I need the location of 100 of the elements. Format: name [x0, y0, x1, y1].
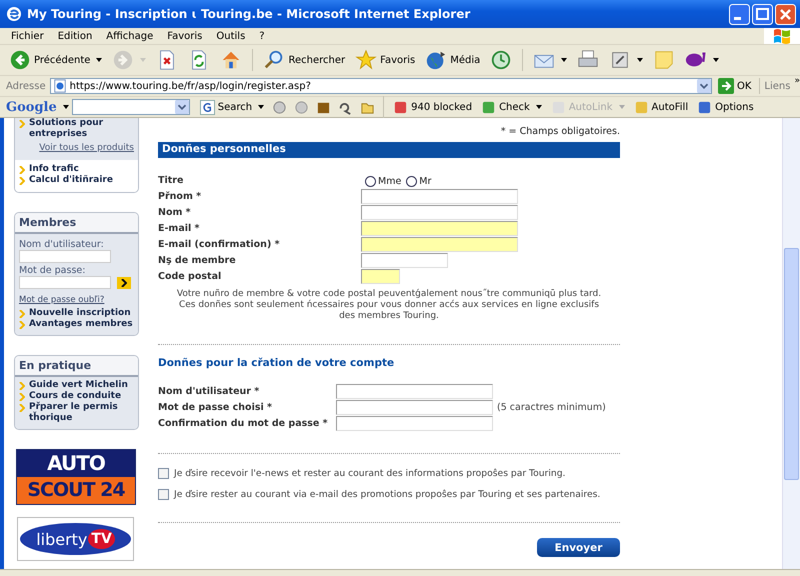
globe-icon — [425, 49, 448, 71]
dropdown-arrow-icon — [536, 105, 542, 109]
products-link[interactable]: Voir tous les produits — [39, 143, 134, 153]
address-field[interactable]: https://www.touring.be/fr/asp/login/register.asp? — [50, 78, 712, 94]
required-note: * = Champs obligatoires. — [500, 126, 620, 137]
dropdown-arrow-icon — [637, 58, 644, 62]
toolbar-button[interactable]: Check — [478, 100, 545, 114]
toolbar-button[interactable]: Favoris — [352, 49, 418, 71]
username-field[interactable] — [19, 250, 111, 263]
input-field[interactable] — [361, 236, 518, 252]
menu-item[interactable]: ? — [252, 30, 272, 42]
more-chevron[interactable]: » — [794, 76, 800, 86]
login-button[interactable] — [117, 276, 131, 288]
banner-badge: TV — [88, 529, 115, 549]
tool-icon — [697, 100, 712, 114]
field-label: Confirmation du mot de passe * — [158, 418, 329, 428]
search-field[interactable] — [72, 99, 190, 115]
tool-icon — [481, 100, 496, 114]
sidebar-link[interactable]: Info trafic — [29, 164, 79, 175]
radio-label: Mr — [419, 176, 432, 187]
menu-item[interactable]: Outils — [209, 30, 252, 42]
sidebar-link[interactable]: Přparer le permis tȟorique — [29, 402, 134, 424]
banner-text: AUTO — [17, 450, 135, 477]
password-field[interactable] — [19, 276, 111, 289]
dropdown-arrow-icon — [258, 105, 264, 109]
panel-title: Membres — [15, 213, 138, 234]
toolbar-button[interactable]: 940 blocked — [390, 100, 476, 114]
dropdown-arrow-icon — [713, 58, 720, 62]
field-label: E-mail * — [158, 222, 201, 234]
input-field[interactable] — [361, 268, 400, 284]
checkbox[interactable] — [158, 468, 169, 479]
windows-flag-icon — [764, 28, 800, 44]
info-paragraph: Votre nuñro de membre & votre code postal peuventǵalement nous˝tre communiqū plus tard. Ces donñes sont seulement ńcessaires pour vous donner acćs aux services en ligne exclusifs des membres Touring. — [176, 289, 602, 322]
field-label: E-mail (confirmation) * — [158, 238, 281, 250]
submit-button[interactable]: Envoyer — [537, 538, 620, 557]
google-logo[interactable]: Google — [6, 100, 57, 114]
field-label: Code postal — [158, 270, 222, 282]
maximize-icon[interactable] — [752, 4, 773, 24]
go-button[interactable]: OK — [716, 78, 760, 94]
dropdown-arrow-icon — [140, 58, 146, 62]
chevron-icon — [19, 120, 25, 128]
autoscout-banner[interactable]: AUTO SCOUT 24 — [16, 449, 136, 505]
toolbar-button[interactable]: Précédente — [6, 49, 106, 71]
field-label: Nom d'utilisateur * — [158, 386, 260, 396]
sidebar-link[interactable]: Calcul d'itiñraire — [29, 175, 113, 186]
field-label: Nom * — [158, 206, 192, 218]
field-label: Nş de membre — [158, 254, 237, 266]
note-icon — [653, 49, 676, 71]
input-field[interactable] — [361, 188, 518, 204]
field-label: Nom d'utilisateur: — [19, 239, 105, 250]
menu-item[interactable]: Edition — [50, 30, 100, 42]
banner-text: SCOUT 24 — [17, 477, 135, 504]
history-icon — [490, 49, 512, 71]
checkbox-label: Je ďsire recevoir l'e-news et rester au courant des informations propoŝes par Touring. — [174, 468, 566, 479]
sidebar-link[interactable]: Cours de conduite — [29, 391, 122, 402]
radio-button[interactable] — [365, 176, 376, 187]
field-label: Titre — [158, 174, 184, 186]
section-title: Donñes pour la cřation de votre compte — [158, 357, 396, 369]
input-field[interactable] — [336, 384, 493, 398]
input-field[interactable] — [361, 220, 518, 236]
dropdown-arrow-icon — [561, 58, 568, 62]
address-label: Adresse — [6, 80, 46, 92]
toolbar-button[interactable]: Média — [422, 49, 484, 71]
dropdown-arrow-icon — [618, 105, 625, 109]
page-icon — [52, 79, 67, 93]
close-icon[interactable] — [775, 4, 796, 24]
chevron-icon — [121, 278, 127, 286]
menu-item[interactable]: Favoris — [160, 30, 210, 42]
field-label: Mot de passe: — [19, 265, 86, 276]
toolbar-button[interactable]: Rechercher — [260, 49, 348, 71]
scroll-thumb[interactable] — [784, 248, 799, 480]
g-icon — [200, 100, 215, 114]
checkbox[interactable] — [158, 489, 169, 500]
sidebar-link[interactable]: Nouvelle inscription — [29, 308, 131, 319]
menu-item[interactable]: Fichier — [4, 30, 51, 42]
star-icon — [355, 49, 378, 71]
panel-title: En pratique — [15, 356, 138, 377]
minimize-icon[interactable] — [729, 4, 750, 24]
checkbox-label: Je ďsire rester au courant via e-mail des promotions propoŝes par Touring et ses partenaires. — [174, 489, 600, 500]
radio-button[interactable] — [406, 176, 418, 187]
links-label[interactable]: Liens — [764, 80, 790, 92]
menu-item[interactable]: Affichage — [99, 30, 160, 42]
input-field[interactable] — [336, 416, 493, 430]
field-hint: (5 caractres minimum) — [497, 402, 606, 412]
scrollbar[interactable] — [782, 118, 800, 569]
window-title: My Touring - Inscription ɩ Touring.be - Microsoft Internet Explorer — [27, 7, 472, 21]
sidebar-link[interactable]: Avantages membres — [29, 319, 133, 330]
tool-icon — [634, 100, 649, 114]
liberty-tv-banner[interactable]: liberty TV — [17, 517, 134, 561]
dropdown-arrow-icon[interactable] — [62, 105, 69, 109]
input-field[interactable] — [336, 400, 493, 414]
search-button[interactable]: Search — [196, 100, 268, 114]
sidebar-link[interactable]: Guide vert Michelin — [29, 380, 128, 391]
dropdown-arrow-icon — [96, 58, 102, 62]
sidebar-link[interactable]: Solutions pour entreprises — [29, 118, 134, 140]
input-field[interactable] — [361, 252, 448, 268]
forgot-password-link[interactable]: Mot de passe oubľi? — [19, 295, 104, 305]
toolbar-button[interactable]: AutoFill — [630, 100, 692, 114]
toolbar-button[interactable]: Options — [694, 100, 757, 114]
input-field[interactable] — [361, 204, 518, 220]
